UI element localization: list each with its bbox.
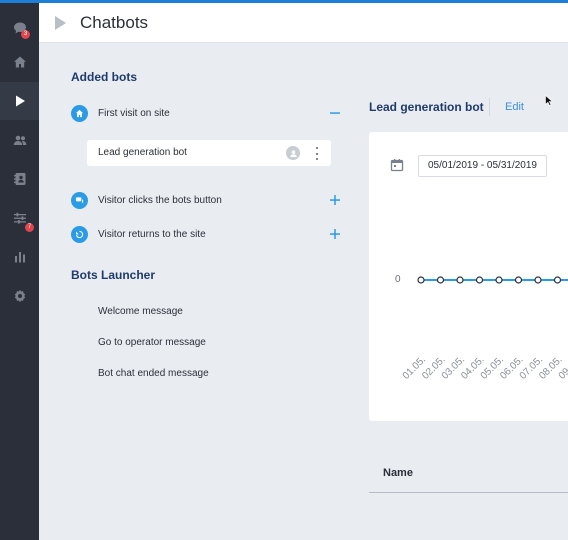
contacts-icon	[13, 173, 25, 185]
launcher-item-welcome[interactable]: Welcome message	[98, 306, 183, 317]
sliders-icon	[13, 212, 26, 224]
sidebar-item-settings[interactable]	[0, 277, 39, 315]
launcher-item-operator[interactable]: Go to operator message	[98, 337, 206, 348]
sidebar-item-settings-sliders[interactable]: 7	[0, 199, 39, 237]
edit-link[interactable]: Edit	[505, 101, 524, 113]
data-point[interactable]	[436, 276, 445, 284]
chat-icon	[75, 196, 84, 203]
sidebar-item-statistics[interactable]	[0, 238, 39, 276]
data-point[interactable]	[456, 276, 464, 284]
settings-badge: 7	[25, 223, 34, 232]
page-title: Chatbots	[80, 13, 149, 32]
user-icon[interactable]	[286, 146, 300, 160]
gear-icon	[14, 289, 25, 303]
trigger-label: Visitor returns to the site	[98, 228, 206, 240]
trigger-label: First visit on site	[98, 107, 170, 119]
sidebar-item-home[interactable]	[0, 43, 39, 81]
data-point[interactable]	[553, 276, 562, 284]
divider	[489, 98, 490, 116]
trigger-label: Visitor clicks the bots button	[98, 194, 222, 206]
added-bots-title: Added bots	[71, 70, 137, 84]
page-header: Chatbots	[39, 3, 568, 43]
launcher-item-ended[interactable]: Bot chat ended message	[98, 368, 209, 379]
add-icon[interactable]	[329, 228, 341, 240]
home-icon	[13, 56, 26, 68]
bots-launcher-title: Bots Launcher	[71, 268, 156, 282]
mouse-cursor-icon	[545, 95, 553, 106]
return-icon	[75, 230, 84, 238]
trigger-returns[interactable]: Visitor returns to the site	[71, 225, 206, 243]
line-chart: 01.05.02.05.03.05.04.05.05.05.06.05.07.0…	[401, 276, 568, 382]
add-icon[interactable]	[329, 194, 341, 206]
sidebar: 3 7	[0, 3, 39, 540]
trigger-first-visit[interactable]: First visit on site	[71, 104, 170, 122]
stats-icon	[14, 252, 25, 263]
bot-card-lead-generation[interactable]: Lead generation bot	[87, 140, 331, 166]
sidebar-item-chats[interactable]: 3	[0, 9, 39, 47]
data-point[interactable]	[475, 276, 484, 284]
sidebar-item-contacts[interactable]	[0, 160, 39, 198]
data-point[interactable]	[495, 276, 503, 284]
chats-badge: 3	[21, 30, 30, 39]
more-options-icon[interactable]	[311, 147, 323, 160]
bot-card-label: Lead generation bot	[98, 147, 187, 158]
data-point[interactable]	[514, 276, 523, 284]
table-header-divider	[369, 492, 568, 493]
selected-bot-name: Lead generation bot	[369, 100, 484, 114]
home-icon	[75, 109, 84, 117]
data-point[interactable]	[417, 276, 425, 284]
collapse-icon[interactable]	[329, 107, 341, 119]
play-icon	[15, 95, 25, 107]
play-icon	[55, 16, 66, 30]
data-point[interactable]	[534, 276, 542, 284]
sidebar-item-visitors[interactable]	[0, 121, 39, 159]
table-header-name: Name	[383, 467, 413, 479]
trigger-bots-button[interactable]: Visitor clicks the bots button	[71, 191, 222, 209]
people-icon	[13, 135, 26, 145]
sidebar-item-chatbots[interactable]	[0, 82, 39, 120]
